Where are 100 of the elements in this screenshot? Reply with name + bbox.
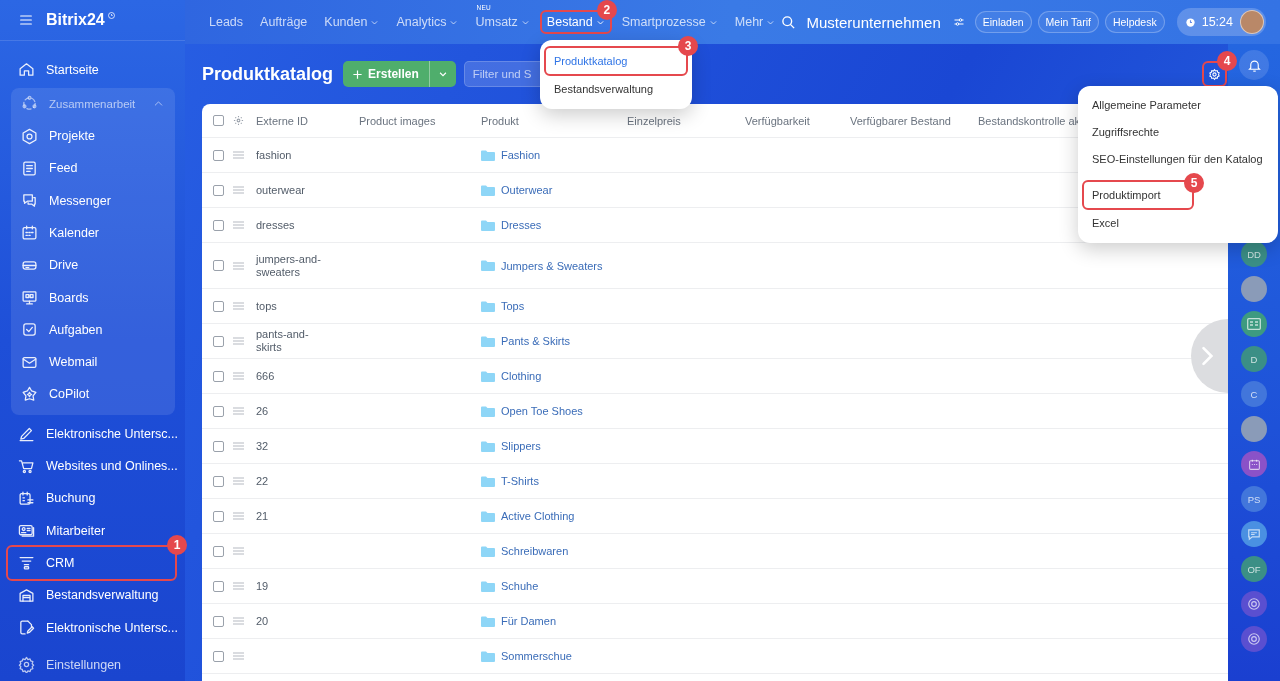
product-link[interactable]: Für Damen: [481, 615, 627, 627]
sidebar-item[interactable]: Bestandsverwaltung: [8, 579, 175, 612]
menu-item[interactable]: Zugriffsrechte: [1084, 119, 1168, 146]
drag-handle-icon[interactable]: [233, 261, 244, 270]
sidebar-item[interactable]: Elektronische Untersc...: [8, 611, 175, 644]
drag-handle-icon[interactable]: [233, 372, 244, 380]
row-checkbox[interactable]: [213, 405, 224, 417]
sidebar-item[interactable]: Kalender: [11, 216, 175, 250]
sidebar-item[interactable]: Elektronische Untersc...: [8, 417, 175, 450]
time-pill[interactable]: 15:24: [1176, 8, 1266, 36]
product-link[interactable]: Open Toe Shoes: [481, 405, 627, 417]
product-link[interactable]: Schreibwaren: [481, 545, 627, 557]
row-checkbox[interactable]: [213, 615, 224, 627]
drag-handle-icon[interactable]: [233, 477, 244, 485]
row-checkbox[interactable]: [213, 370, 224, 382]
sidebar-item[interactable]: Einstellungen: [8, 648, 175, 681]
nav-tab[interactable]: Smartprozesse: [616, 12, 723, 32]
product-link[interactable]: Outerwear: [481, 184, 627, 196]
product-link[interactable]: T-Shirts: [481, 475, 627, 487]
select-all-checkbox[interactable]: [213, 115, 224, 126]
chat-avatar[interactable]: OF: [1241, 556, 1267, 582]
sidebar-item[interactable]: Buchung: [8, 482, 175, 515]
sidebar-item[interactable]: Websites und Onlines...: [8, 449, 175, 483]
column-header[interactable]: Einzelpreis: [627, 114, 745, 127]
contact-card-avatar[interactable]: [1241, 311, 1267, 337]
menu-item[interactable]: Excel: [1084, 210, 1127, 237]
sidebar-item[interactable]: CoPilot: [11, 378, 175, 411]
target-avatar[interactable]: [1241, 626, 1267, 652]
target-avatar[interactable]: [1241, 591, 1267, 617]
row-checkbox[interactable]: [213, 184, 224, 196]
sidebar-item[interactable]: Drive: [11, 249, 175, 282]
drag-handle-icon[interactable]: [233, 652, 244, 660]
row-checkbox[interactable]: [213, 335, 224, 347]
header-button[interactable]: Einladen: [974, 11, 1032, 33]
user-avatar[interactable]: [1241, 416, 1267, 442]
menu-item[interactable]: Allgemeine Parameter: [1084, 92, 1209, 119]
row-checkbox[interactable]: [213, 300, 224, 312]
row-checkbox[interactable]: [213, 440, 224, 452]
sidebar-item[interactable]: Projekte: [11, 119, 175, 153]
drag-handle-icon[interactable]: [233, 407, 244, 415]
chat-bubble-avatar[interactable]: [1241, 521, 1267, 547]
header-button[interactable]: Helpdesk: [1104, 11, 1165, 33]
row-checkbox[interactable]: [213, 580, 224, 592]
drag-handle-icon[interactable]: [233, 186, 244, 194]
product-link[interactable]: Pants & Skirts: [481, 335, 627, 347]
search-icon[interactable]: [781, 14, 797, 30]
create-button[interactable]: Erstellen: [343, 61, 429, 87]
product-link[interactable]: Slippers: [481, 440, 627, 452]
product-link[interactable]: Schuhe: [481, 580, 627, 592]
chat-avatar[interactable]: C: [1241, 381, 1267, 407]
sidebar-item[interactable]: Feed: [11, 152, 175, 185]
drag-handle-icon[interactable]: [233, 221, 244, 229]
calendar-avatar[interactable]: [1241, 451, 1267, 477]
user-avatar[interactable]: [1241, 276, 1267, 302]
drag-handle-icon[interactable]: [233, 617, 244, 625]
sliders-icon[interactable]: [952, 16, 965, 28]
sidebar-group-header[interactable]: Zusammenarbeit: [11, 87, 175, 120]
drag-handle-icon[interactable]: [233, 512, 244, 520]
drag-handle-icon[interactable]: [233, 151, 244, 159]
product-link[interactable]: Clothing: [481, 370, 627, 382]
row-checkbox[interactable]: [213, 260, 224, 271]
user-avatar[interactable]: [1240, 10, 1264, 34]
row-checkbox[interactable]: [213, 545, 224, 557]
column-header[interactable]: Product images: [359, 114, 481, 127]
sidebar-item[interactable]: Startseite: [8, 53, 175, 86]
row-checkbox[interactable]: [213, 475, 224, 487]
chat-avatar[interactable]: PS: [1241, 486, 1267, 512]
nav-tab[interactable]: Analytics: [391, 12, 464, 32]
sidebar-item[interactable]: Messenger: [11, 184, 175, 217]
nav-tab[interactable]: Kunden: [319, 12, 385, 32]
header-button[interactable]: Mein Tarif: [1037, 11, 1099, 33]
drag-handle-icon[interactable]: [233, 302, 244, 310]
column-header[interactable]: Verfügbarkeit: [745, 114, 850, 127]
menu-item[interactable]: SEO-Einstellungen für den Katalog: [1084, 146, 1271, 173]
menu-item[interactable]: Bestandsverwaltung: [546, 76, 662, 103]
sidebar-item[interactable]: Boards: [11, 281, 175, 314]
product-link[interactable]: Active Clothing: [481, 510, 627, 522]
nav-tab[interactable]: Aufträge: [255, 12, 313, 32]
row-checkbox[interactable]: [213, 149, 224, 161]
nav-tab[interactable]: Leads: [204, 12, 249, 32]
column-header[interactable]: Produkt: [481, 114, 627, 127]
row-checkbox[interactable]: [213, 510, 224, 522]
drag-handle-icon[interactable]: [233, 547, 244, 555]
chat-avatar[interactable]: D: [1241, 346, 1267, 372]
product-link[interactable]: Fashion: [481, 149, 627, 161]
row-checkbox[interactable]: [213, 219, 224, 231]
drag-handle-icon[interactable]: [233, 442, 244, 450]
product-link[interactable]: Dresses: [481, 219, 627, 231]
chat-avatar[interactable]: DD: [1241, 241, 1267, 267]
product-link[interactable]: Jumpers & Sweaters: [481, 259, 627, 272]
product-link[interactable]: Tops: [481, 300, 627, 312]
product-link[interactable]: Sommerschue: [481, 650, 627, 662]
column-header[interactable]: Externe ID: [256, 114, 359, 127]
sidebar-item[interactable]: Aufgaben: [11, 313, 175, 347]
nav-tab[interactable]: Mehr: [729, 12, 781, 32]
column-settings-icon[interactable]: [233, 115, 244, 126]
row-checkbox[interactable]: [213, 650, 224, 662]
drag-handle-icon[interactable]: [233, 582, 244, 590]
drag-handle-icon[interactable]: [233, 337, 244, 345]
notifications-button[interactable]: [1239, 50, 1269, 80]
